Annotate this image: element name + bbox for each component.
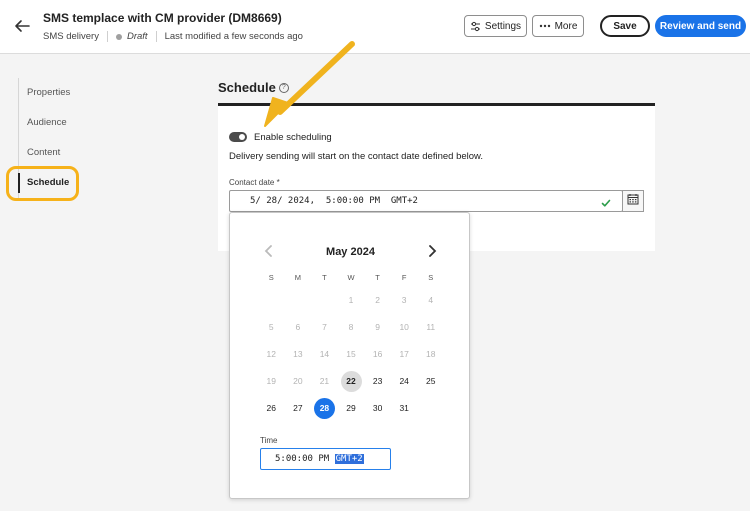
calendar-day: 11 xyxy=(426,322,436,332)
calendar-day xyxy=(285,290,312,311)
calendar-day: 2 xyxy=(375,295,380,305)
timezone-selection[interactable]: GMT+2 xyxy=(334,454,364,464)
calendar-day[interactable]: 23 xyxy=(364,371,391,392)
contact-date-label-text: Contact date xyxy=(229,178,275,187)
contact-date-input[interactable]: 5/ 28/ 2024, 5:00:00 PM GMT+2 xyxy=(229,190,623,212)
calendar-week-row: 19 20 21 22 23 24 25 xyxy=(258,368,444,395)
calendar-day[interactable]: 27 xyxy=(285,398,312,419)
schedule-description: Delivery sending will start on the conta… xyxy=(229,151,484,162)
weekday-label: S xyxy=(268,273,274,282)
calendar-day xyxy=(417,398,444,419)
toggle-label: Enable scheduling xyxy=(254,132,332,143)
calendar-day: 5 xyxy=(268,322,274,332)
calendar-day: 20 xyxy=(293,376,303,386)
calendar-day xyxy=(258,290,285,311)
calendar-day[interactable]: 30 xyxy=(364,398,391,419)
time-input[interactable]: 5:00:00 PM GMT+2 xyxy=(260,448,391,470)
weekday-label: W xyxy=(347,273,355,282)
calendar-day: 17 xyxy=(399,349,409,359)
section-title-text: Schedule xyxy=(218,80,276,95)
selected-day[interactable]: 28 xyxy=(311,398,338,419)
date-picker-popover: May 2024 SMTWTFS 1 2 3 4 5 6 7 8 9 10 11 12 13 14 15 16… xyxy=(229,212,470,499)
weekday-label: S xyxy=(428,273,434,282)
page-title: SMS templace with CM provider (DM8669) xyxy=(43,11,282,25)
ellipsis-icon xyxy=(539,24,551,28)
settings-label: Settings xyxy=(484,20,522,32)
more-button[interactable]: More xyxy=(532,15,584,37)
calendar-day: 7 xyxy=(322,322,327,332)
settings-button[interactable]: Settings xyxy=(464,15,527,37)
calendar-week-row: 1 2 3 4 xyxy=(258,287,444,314)
calendar-grid: SMTWTFS 1 2 3 4 5 6 7 8 9 10 11 12 13 14 15 16 17 18 19 20 2… xyxy=(258,273,444,422)
calendar-day: 13 xyxy=(293,349,303,359)
help-icon[interactable]: ? xyxy=(278,82,289,93)
enable-scheduling-toggle[interactable] xyxy=(229,132,247,142)
weekday-label: F xyxy=(401,273,407,282)
calendar-day: 6 xyxy=(295,322,301,332)
channel-label: SMS delivery xyxy=(43,31,99,42)
calendar-day: 15 xyxy=(346,349,356,359)
weekday-header: SMTWTFS xyxy=(258,273,444,287)
calendar-day: 18 xyxy=(426,349,436,359)
calendar-day[interactable]: 29 xyxy=(338,398,365,419)
last-modified: Last modified a few seconds ago xyxy=(164,31,303,42)
calendar-day xyxy=(311,290,338,311)
delivery-meta: SMS delivery Draft Last modified a few s… xyxy=(43,31,303,42)
calendar-day: 4 xyxy=(428,295,434,305)
calendar-day: 14 xyxy=(319,349,330,359)
calendar-day: 9 xyxy=(375,322,380,332)
calendar-day[interactable]: 25 xyxy=(417,371,444,392)
time-value: 5:00:00 PM xyxy=(275,454,330,464)
more-label: More xyxy=(554,20,578,32)
calendar-day: 19 xyxy=(266,376,277,386)
settings-sliders-icon xyxy=(470,21,481,32)
review-and-send-button[interactable]: Review and send xyxy=(655,15,746,37)
back-arrow-icon[interactable] xyxy=(12,16,32,36)
highlight-box xyxy=(6,166,79,201)
calendar-day: 8 xyxy=(348,322,354,332)
calendar-day: 12 xyxy=(266,349,277,359)
calendar-day: 10 xyxy=(399,322,409,332)
weekday-label: T xyxy=(322,273,327,282)
divider xyxy=(106,31,108,42)
save-button[interactable]: Save xyxy=(600,15,650,37)
calendar-weeks: 1 2 3 4 5 6 7 8 9 10 11 12 13 14 15 16 17 18 19 20 21 22 23 24 2… xyxy=(258,287,444,422)
calendar-week-row: 12 13 14 15 16 17 18 xyxy=(258,341,444,368)
time-label: Time xyxy=(260,436,278,445)
calendar-day: 16 xyxy=(372,349,383,359)
calendar-day: 1 xyxy=(348,295,354,305)
calendar-icon xyxy=(627,192,639,210)
calendar-day[interactable]: 24 xyxy=(391,371,418,392)
status-dot-icon xyxy=(115,33,122,40)
nav-item-properties[interactable]: Properties xyxy=(19,78,88,108)
weekday-label: M xyxy=(294,273,301,282)
nav-item-content[interactable]: Content xyxy=(19,138,88,168)
checkmark-icon xyxy=(601,195,611,213)
calendar-day: 21 xyxy=(319,376,330,386)
chevron-right-icon[interactable] xyxy=(427,244,437,263)
status-badge: Draft xyxy=(126,31,148,42)
section-title: Schedule ? xyxy=(218,80,289,95)
required-asterisk: * xyxy=(276,178,280,187)
calendar-week-row: 26 27 28 29 30 31 xyxy=(258,395,444,422)
calendar-day: 3 xyxy=(401,295,407,305)
nav-item-audience[interactable]: Audience xyxy=(19,108,88,138)
divider xyxy=(155,31,157,42)
weekday-label: T xyxy=(375,273,380,282)
calendar-button[interactable] xyxy=(622,190,644,212)
contact-date-label: Contact date * xyxy=(229,178,280,187)
app-header: SMS templace with CM provider (DM8669) S… xyxy=(0,0,750,54)
today-day[interactable]: 22 xyxy=(338,371,365,392)
calendar-day[interactable]: 26 xyxy=(258,398,285,419)
calendar-week-row: 5 6 7 8 9 10 11 xyxy=(258,314,444,341)
calendar-day[interactable]: 31 xyxy=(391,398,418,419)
